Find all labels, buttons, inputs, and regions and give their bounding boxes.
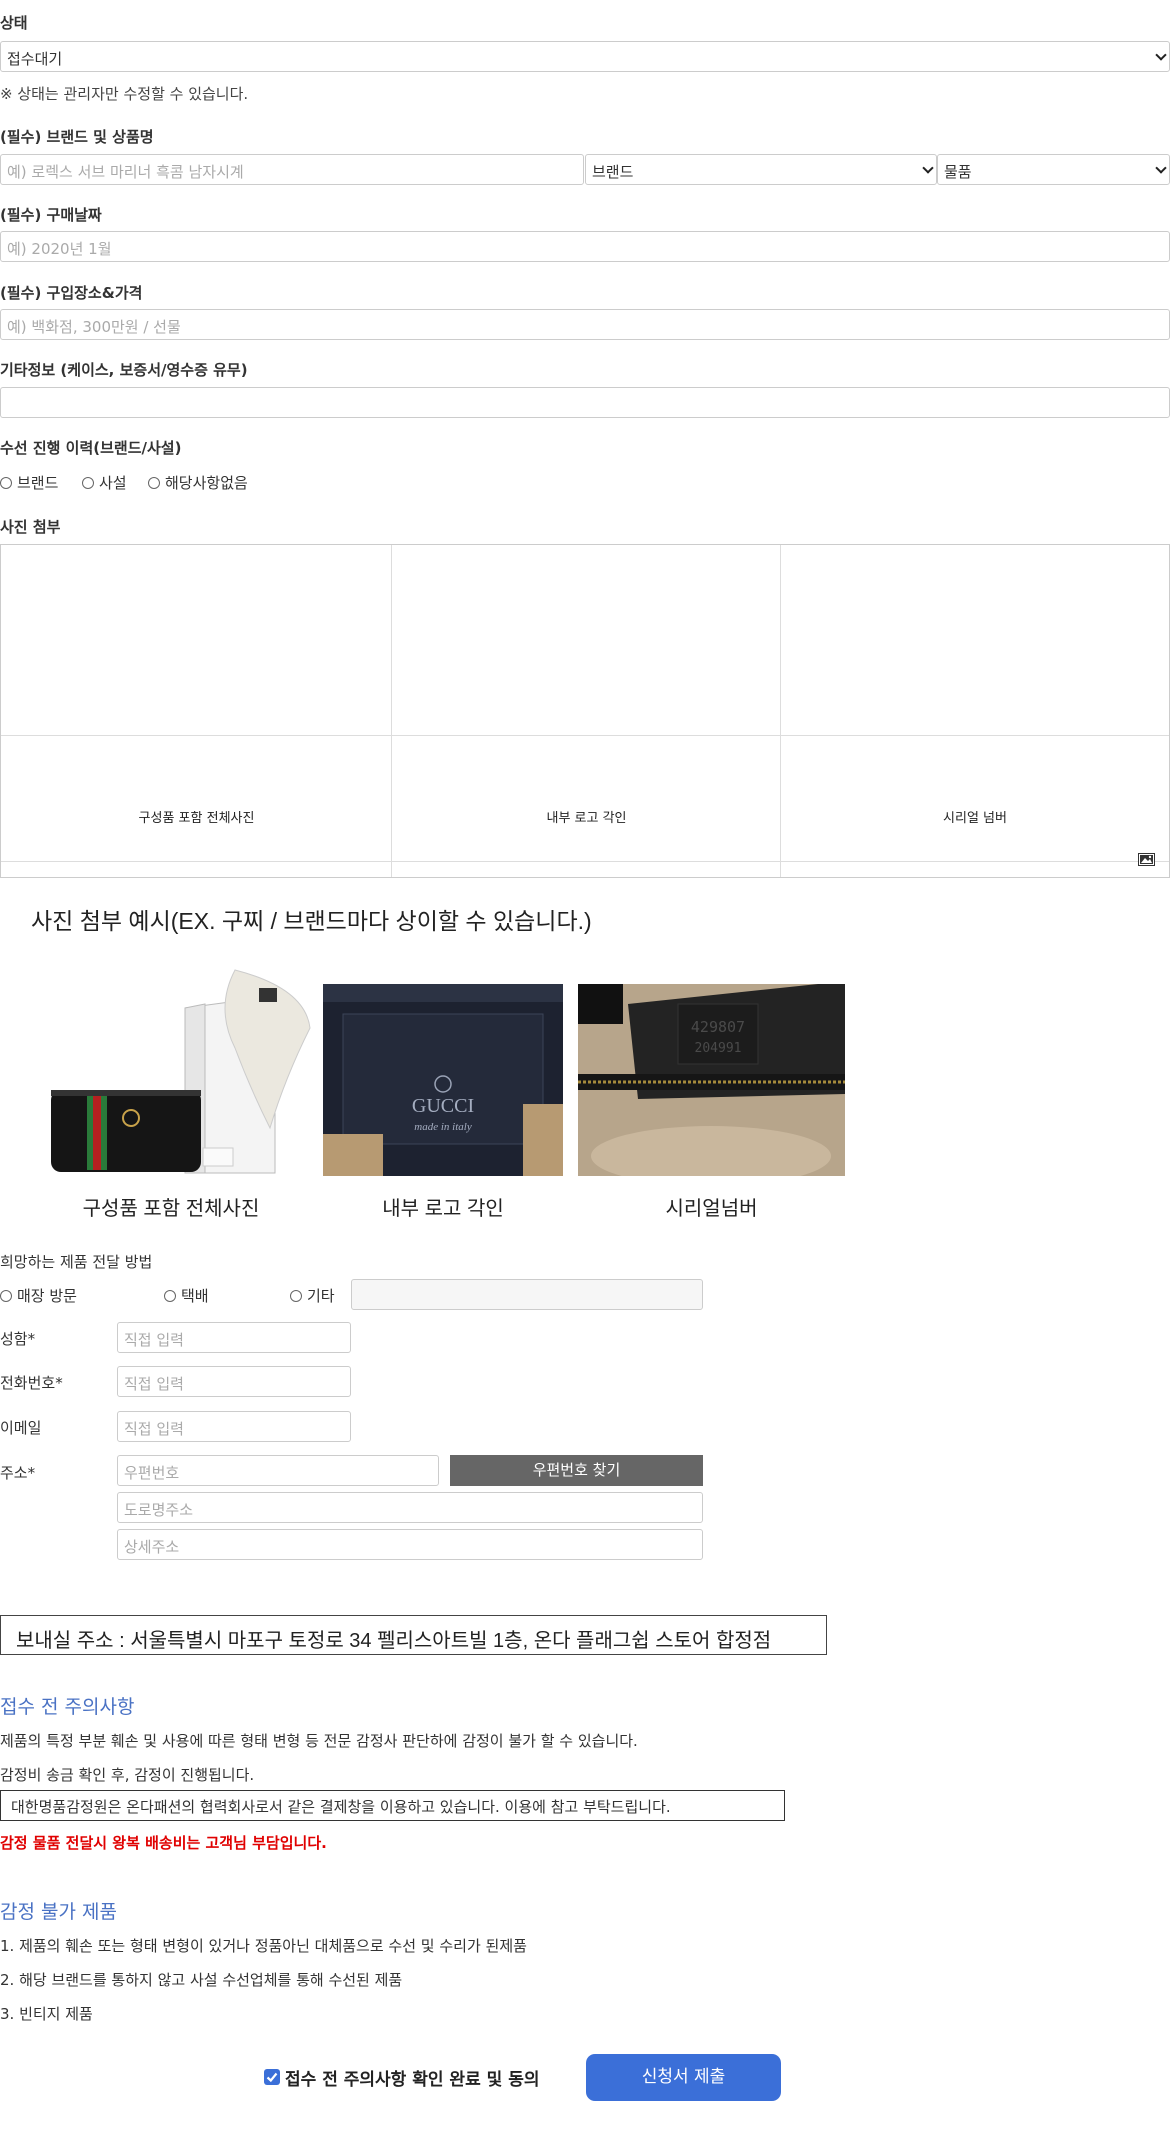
example-caption-logo: 내부 로고 각인 (382, 1198, 504, 1220)
repair-option-brand[interactable]: 브랜드 (0, 472, 58, 493)
delivery-label: 희망하는 제품 전달 방법 (0, 1253, 153, 1271)
repair-option-label: 브랜드 (17, 474, 59, 492)
ship-address-box: 보내실 주소 : 서울특별시 마포구 토정로 34 펠리스아트빌 1층, 온다 … (0, 1615, 827, 1655)
chevron-down-icon (1155, 162, 1167, 174)
photo-slot-caption: 시리얼 넘버 (943, 811, 1007, 826)
precautions-title: 접수 전 주의사항 (0, 1696, 135, 1718)
photos-label: 사진 첨부 (0, 518, 61, 536)
example-image-logo: GUCCI made in italy (323, 984, 563, 1176)
submit-button[interactable]: 신청서 제출 (586, 2054, 781, 2101)
radio-icon[interactable] (164, 1290, 176, 1302)
precautions-line1: 제품의 특정 부분 훼손 및 사용에 따른 형태 변형 등 전문 감정사 판단하… (0, 1732, 638, 1750)
status-note: ※ 상태는 관리자만 수정할 수 있습니다. (0, 85, 249, 103)
etc-info-label: 기타정보 (케이스, 보증서/영수증 유무) (0, 361, 248, 379)
repair-option-label: 해당사항없음 (165, 474, 248, 492)
purchase-place-label: (필수) 구입장소&가격 (0, 284, 143, 302)
check-icon (266, 2072, 278, 2083)
delivery-etc-input[interactable] (351, 1279, 703, 1310)
agree-label[interactable]: 접수 전 주의사항 확인 완료 및 동의 (285, 2065, 539, 2090)
repair-option-private[interactable]: 사설 (82, 472, 127, 493)
image-icon[interactable] (1138, 851, 1155, 866)
not-available-item: 1. 제품의 훼손 또는 형태 변형이 있거나 정품아닌 대체품으로 수선 및 … (0, 1937, 527, 1955)
road-address-input[interactable]: 도로명주소 (117, 1492, 703, 1523)
photo-slot-caption: 내부 로고 각인 (546, 811, 627, 826)
brand-select-value: 브랜드 (592, 163, 634, 181)
chevron-down-icon (922, 162, 934, 174)
detail-address-input[interactable]: 상세주소 (117, 1529, 703, 1560)
radio-icon[interactable] (0, 477, 12, 489)
photo-slot-serial[interactable]: 시리얼 넘버 (781, 545, 1169, 877)
not-available-item: 2. 해당 브랜드를 통하지 않고 사설 수선업체를 통해 수선된 제품 (0, 1971, 403, 1989)
radio-icon[interactable] (148, 477, 160, 489)
item-select[interactable]: 물품 (937, 154, 1170, 185)
email-input[interactable]: 직접 입력 (117, 1411, 351, 1442)
not-available-title: 감정 불가 제품 (0, 1901, 117, 1923)
precautions-boxed-note: 대한명품감정원은 온다패션의 협력회사로서 같은 결제창을 이용하고 있습니다.… (0, 1790, 785, 1821)
zip-input[interactable]: 우편번호 (117, 1455, 439, 1486)
radio-icon[interactable] (0, 1290, 12, 1302)
delivery-option-label: 매장 방문 (17, 1287, 77, 1305)
chevron-down-icon (1155, 49, 1167, 61)
agree-checkbox[interactable] (264, 2069, 280, 2085)
status-select[interactable]: 접수대기 (0, 41, 1170, 72)
example-image-serial: 429807 204991 (578, 984, 845, 1186)
photo-slot-caption: 구성품 포함 전체사진 (138, 811, 255, 826)
not-available-item: 3. 빈티지 제품 (0, 2005, 93, 2023)
phone-label: 전화번호* (0, 1374, 63, 1392)
example-logo-text: GUCCI (412, 1095, 474, 1117)
photo-slot-full[interactable]: 구성품 포함 전체사진 (1, 545, 392, 877)
address-label: 주소* (0, 1464, 36, 1482)
delivery-option-etc[interactable]: 기타 (290, 1285, 335, 1306)
purchase-date-label: (필수) 구매날짜 (0, 206, 102, 224)
product-name-input[interactable]: 예) 로렉스 서브 마리너 흑콤 남자시계 (0, 154, 584, 185)
photo-slot-logo[interactable]: 내부 로고 각인 (392, 545, 781, 877)
email-label: 이메일 (0, 1419, 42, 1437)
photo-upload-grid: 구성품 포함 전체사진 내부 로고 각인 시리얼 넘버 (0, 544, 1170, 878)
radio-icon[interactable] (82, 477, 94, 489)
zip-search-button[interactable]: 우편번호 찾기 (450, 1455, 703, 1486)
status-label: 상태 (0, 14, 28, 32)
example-title: 사진 첨부 예시(EX. 구찌 / 브랜드마다 상이할 수 있습니다.) (31, 908, 592, 934)
example-caption-full: 구성품 포함 전체사진 (82, 1198, 260, 1220)
name-label: 성함* (0, 1330, 36, 1348)
example-serial-line2: 204991 (695, 1041, 742, 1056)
precautions-warning: 감정 물품 전달시 왕복 배송비는 고객님 부담입니다. (0, 1834, 327, 1852)
purchase-place-input[interactable]: 예) 백화점, 300만원 / 선물 (0, 309, 1170, 340)
repair-option-label: 사설 (99, 474, 127, 492)
repair-option-none[interactable]: 해당사항없음 (148, 472, 248, 493)
brand-product-label: (필수) 브랜드 및 상품명 (0, 128, 154, 146)
phone-input[interactable]: 직접 입력 (117, 1366, 351, 1397)
name-input[interactable]: 직접 입력 (117, 1322, 351, 1353)
delivery-option-visit[interactable]: 매장 방문 (0, 1285, 77, 1306)
delivery-option-parcel[interactable]: 택배 (164, 1285, 209, 1306)
example-image-full (45, 968, 315, 1178)
purchase-date-input[interactable]: 예) 2020년 1월 (0, 231, 1170, 262)
precautions-line2: 감정비 송금 확인 후, 감정이 진행됩니다. (0, 1766, 255, 1784)
etc-info-input[interactable] (0, 387, 1170, 418)
example-caption-serial: 시리얼넘버 (665, 1198, 758, 1220)
example-serial-line1: 429807 (691, 1018, 745, 1036)
status-value: 접수대기 (7, 50, 63, 68)
delivery-option-label: 기타 (307, 1287, 335, 1305)
delivery-option-label: 택배 (181, 1287, 209, 1305)
item-select-value: 물품 (944, 163, 972, 181)
example-logo-sub: made in italy (414, 1121, 472, 1133)
repair-history-label: 수선 진행 이력(브랜드/사설) (0, 439, 182, 457)
grid-divider (1, 861, 1169, 862)
brand-select[interactable]: 브랜드 (585, 154, 937, 185)
radio-icon[interactable] (290, 1290, 302, 1302)
